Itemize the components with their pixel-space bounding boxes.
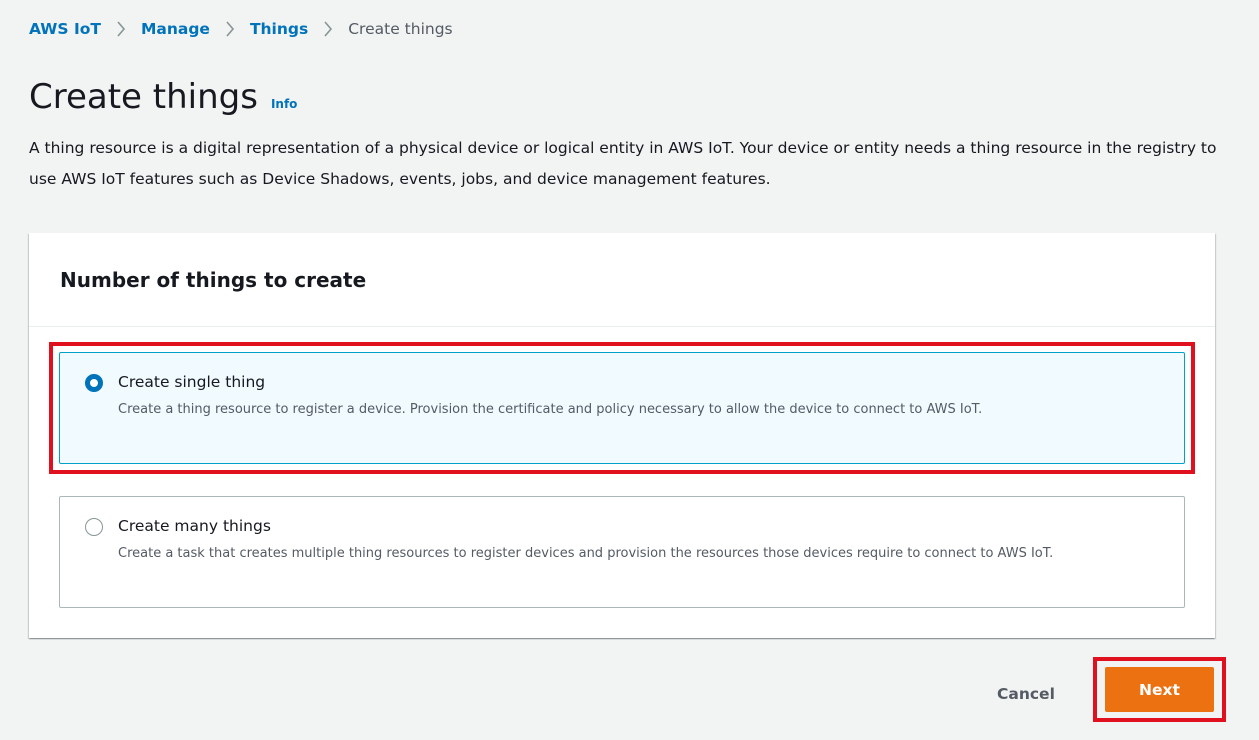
chevron-right-icon <box>116 21 126 37</box>
option-label: Create single thing <box>118 373 266 391</box>
option-create-many-things[interactable]: Create many things Create a task that cr… <box>59 496 1185 608</box>
next-button[interactable]: Next <box>1105 667 1214 712</box>
option-create-single-thing[interactable]: Create single thing Create a thing resou… <box>59 352 1185 464</box>
breadcrumb: AWS IoT Manage Things Create things <box>29 17 453 41</box>
cancel-button[interactable]: Cancel <box>997 683 1055 705</box>
option-description: Create a task that creates multiple thin… <box>118 546 1054 561</box>
radio-unselected-icon[interactable] <box>85 518 103 536</box>
radio-selected-icon[interactable] <box>85 374 103 392</box>
number-of-things-panel: Number of things to create Create single… <box>29 233 1215 638</box>
chevron-right-icon <box>225 21 235 37</box>
breadcrumb-things[interactable]: Things <box>250 17 308 41</box>
breadcrumb-current: Create things <box>348 20 453 38</box>
breadcrumb-aws-iot[interactable]: AWS IoT <box>29 17 101 41</box>
option-label: Create many things <box>118 517 271 535</box>
panel-header: Number of things to create <box>29 233 1215 327</box>
page-description: A thing resource is a digital representa… <box>29 139 1217 188</box>
info-link[interactable]: Info <box>271 97 297 111</box>
chevron-right-icon <box>323 21 333 37</box>
option-description: Create a thing resource to register a de… <box>118 402 983 417</box>
panel-title: Number of things to create <box>60 267 367 292</box>
breadcrumb-manage[interactable]: Manage <box>141 17 210 41</box>
page-title: Create things <box>29 77 258 117</box>
page-header: Create things Info <box>29 74 297 120</box>
